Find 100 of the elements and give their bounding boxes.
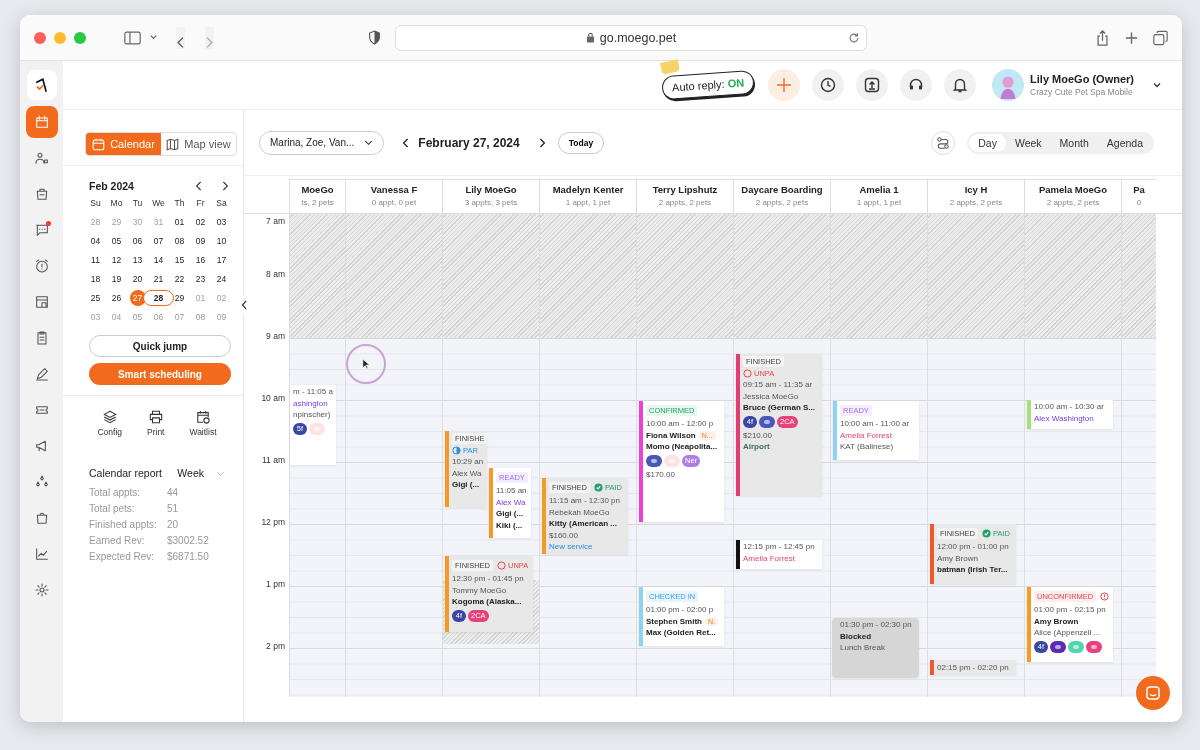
payment-status-icon (982, 528, 991, 538)
auto-reply-badge[interactable]: Auto reply: ON (661, 69, 755, 101)
staff-name: Vanessa F (369, 184, 419, 195)
view-tab[interactable]: Week (1005, 133, 1051, 152)
reload-icon[interactable] (848, 31, 860, 44)
address-bar[interactable]: go.moego.pet (395, 24, 867, 51)
appointment-card[interactable]: 12:15 pm - 12:45 pn Amelia Forrest (736, 540, 822, 570)
calendar-day[interactable]: 21 (150, 271, 167, 287)
close-window-button[interactable] (34, 31, 46, 44)
calendar-day[interactable]: 22 (171, 271, 188, 287)
shield-icon[interactable] (368, 30, 381, 45)
stat-value: 51 (167, 503, 179, 514)
appointment-count: 0 appt, 0 pet (370, 198, 418, 207)
calendar-day[interactable]: 17 (213, 252, 230, 268)
calendar-day[interactable]: 19 (108, 271, 125, 287)
calendar-day[interactable]: 28 (142, 290, 175, 306)
appointment-card[interactable]: 10:00 am - 10:30 ar Alex Washington (1027, 400, 1113, 430)
chevron-down-icon[interactable] (149, 33, 158, 42)
plus-icon[interactable] (1124, 29, 1139, 46)
time-label: 2 pm (266, 641, 285, 651)
caret-icon[interactable] (1152, 80, 1162, 90)
calendar-day[interactable]: 08 (171, 233, 188, 249)
staff-name: Terry Lipshutz (651, 184, 719, 195)
chat-button[interactable] (1136, 676, 1170, 710)
view-tab[interactable]: Day (969, 133, 1006, 152)
calendar-day[interactable]: 10 (213, 233, 230, 249)
client-link: Alex Washington (1034, 413, 1094, 423)
calendar-day[interactable]: 23 (192, 271, 209, 287)
appointment-time: 01:00 pm - 02:00 p (646, 605, 714, 615)
calendar-day[interactable]: 13 (129, 252, 146, 268)
nav-button[interactable] (25, 106, 58, 138)
calendar-day[interactable]: 24 (213, 271, 230, 287)
stat-label: Total pets: (89, 503, 136, 514)
payment-status-icon (452, 446, 461, 455)
pet-name: Kitty (American ... (549, 519, 617, 529)
calendar-day[interactable]: 04 (87, 233, 104, 249)
config-button[interactable]: Config (97, 410, 123, 437)
alarm-clock-icon (33, 258, 50, 274)
logo-button[interactable] (26, 70, 57, 100)
support-button[interactable] (900, 69, 933, 101)
client-name: Fiona Wilson (646, 431, 696, 440)
calendar-day[interactable]: 14 (150, 252, 167, 268)
appointment-time: 12:15 pm - 12:45 pn (743, 542, 815, 552)
calendar-icon (92, 137, 106, 151)
calendar-day[interactable]: 26 (108, 290, 125, 306)
time-label: 9 am (266, 331, 285, 341)
sidebar-icon[interactable] (124, 30, 141, 45)
avatar[interactable] (992, 69, 1025, 101)
previous-day-icon[interactable] (402, 137, 411, 148)
print-button[interactable]: Print (147, 410, 165, 437)
view-tab[interactable]: Agenda (1097, 133, 1152, 152)
pet-name: Gigi (... (452, 480, 480, 490)
calendar-day[interactable]: 06 (129, 233, 146, 249)
quick-jump-button[interactable]: Quick jump (89, 335, 231, 357)
caret-icon (364, 138, 374, 147)
tabs-icon[interactable] (1153, 29, 1168, 46)
settings-icon (33, 582, 50, 598)
calendar-day[interactable]: 18 (87, 271, 104, 287)
month-title: Feb 2024 (89, 180, 135, 192)
stat-label: Expected Rev: (89, 551, 156, 562)
calendar-day[interactable]: 25 (87, 290, 104, 306)
weekday-label: We (151, 198, 166, 210)
appointment-count: 2 appts, 2 pets (754, 198, 810, 207)
client-name: Tommy MoeGo (452, 586, 507, 595)
today-button[interactable]: Today (557, 131, 605, 154)
blocked-time-card[interactable]: 01:30 pm - 02:30 pn Blocked Lunch Break (832, 618, 919, 679)
view-tab[interactable]: Month (1050, 133, 1098, 152)
next-day-icon[interactable] (537, 137, 546, 148)
waitlist-button[interactable]: Waitlist (189, 410, 217, 437)
calendar-day[interactable]: 12 (108, 252, 125, 268)
calendar-day[interactable]: 01 (171, 214, 188, 230)
weekday-label: Su (89, 198, 102, 210)
calendar-day[interactable]: 07 (150, 233, 167, 249)
upload-button[interactable] (856, 69, 889, 101)
notifications-button[interactable] (944, 69, 977, 101)
appointment-text: Lunch Break (840, 643, 885, 653)
user-name[interactable]: Lily MoeGo (Owner) (1030, 73, 1134, 85)
client-link: ashington (293, 398, 328, 408)
calendar-day[interactable]: 05 (108, 233, 125, 249)
calendar-day[interactable]: 09 (192, 233, 209, 249)
map-view-tab[interactable]: Map view (161, 133, 236, 155)
history-button[interactable] (812, 69, 845, 101)
calendar-day[interactable]: 15 (171, 252, 188, 268)
pet-name: Gigi (... (496, 509, 524, 519)
share-icon[interactable] (1095, 29, 1110, 46)
calendar-day[interactable]: 02 (192, 214, 209, 230)
calendar-day[interactable]: 20 (129, 271, 146, 287)
next-month-icon[interactable] (221, 181, 229, 191)
add-button[interactable] (768, 69, 801, 101)
back-icon[interactable] (176, 26, 185, 49)
appointment-time: 01:00 pm - 02:15 pn (1034, 605, 1106, 615)
calendar-day[interactable]: 03 (213, 214, 230, 230)
calendar-day[interactable]: 16 (192, 252, 209, 268)
appointment-time: 12:30 pm - 01:45 pn (452, 574, 524, 584)
period-dropdown[interactable]: Week (177, 467, 225, 479)
calendar-day[interactable]: 11 (87, 252, 104, 268)
previous-month-icon[interactable] (195, 181, 203, 191)
appointment-card[interactable]: 02:15 pm - 02:20 pn (930, 660, 1016, 676)
appointment-note: Airport (743, 442, 770, 452)
service-link: New service (549, 542, 593, 552)
